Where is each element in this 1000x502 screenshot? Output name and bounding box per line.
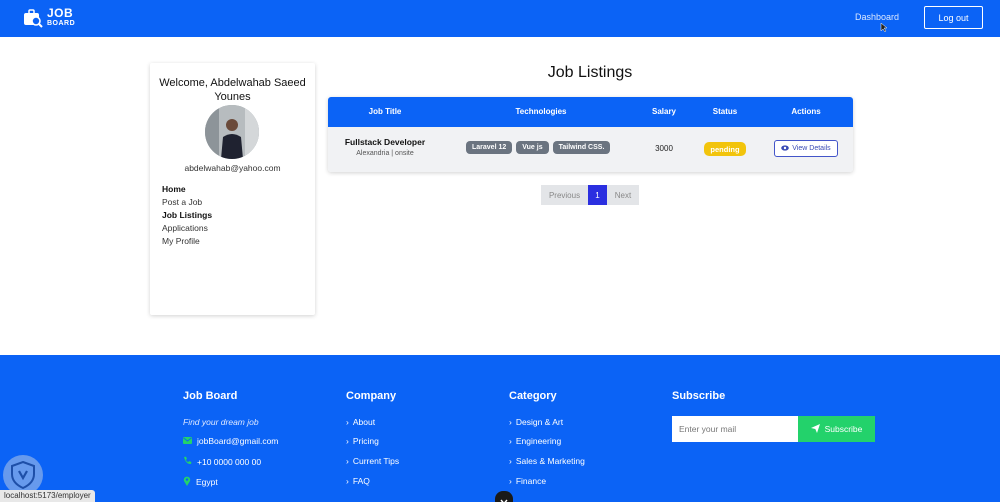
- footer-link-label: Current Tips: [352, 456, 400, 466]
- avatar: [205, 105, 259, 159]
- footer-link-finance[interactable]: › Finance: [509, 476, 546, 486]
- footer-link-label: About: [352, 417, 376, 427]
- envelope-icon: [183, 436, 192, 446]
- footer-link-label: Engineering: [515, 436, 562, 446]
- footer-link-label: Design & Art: [515, 417, 564, 427]
- logout-button[interactable]: Log out: [924, 6, 983, 29]
- column-header-job-title: Job Title: [368, 107, 402, 116]
- user-email: abdelwahab@yahoo.com: [184, 163, 281, 173]
- subscribe-button[interactable]: Subscribe: [798, 416, 875, 442]
- job-listings-table: Job Title Technologies Salary Status Act…: [328, 97, 853, 172]
- table-row: Fullstack Developer Alexandria | onsite …: [328, 127, 853, 172]
- pagination: Previous 1 Next: [541, 185, 639, 205]
- pagination-previous[interactable]: Previous: [541, 185, 588, 205]
- footer-link-sales-marketing[interactable]: › Sales & Marketing: [509, 456, 585, 466]
- subscribe-email-input[interactable]: Enter your mail: [672, 416, 798, 442]
- technology-chip: Laravel 12: [466, 141, 513, 154]
- top-navbar: JOB BOARD Dashboard Log out: [0, 0, 1000, 37]
- footer-brand-heading: Job Board: [183, 390, 238, 402]
- profile-sidebar: Welcome, Abdelwahab Saeed Younes abdelwa…: [150, 63, 315, 315]
- footer-link-label: Sales & Marketing: [515, 456, 585, 466]
- footer-location-text: Egypt: [196, 477, 218, 487]
- job-title: Fullstack Developer: [344, 137, 426, 147]
- footer-link-label: Finance: [515, 476, 547, 486]
- column-header-technologies: Technologies: [515, 107, 567, 116]
- chevron-right-icon: ›: [346, 476, 349, 486]
- view-details-button[interactable]: View Details: [774, 140, 838, 157]
- job-salary: 3000: [655, 144, 673, 153]
- footer-phone-text: +10 0000 000 00: [197, 456, 262, 467]
- table-header: Job Title Technologies Salary Status Act…: [328, 97, 853, 127]
- footer-link-label: FAQ: [352, 476, 370, 486]
- footer-link-design-art[interactable]: › Design & Art: [509, 417, 563, 427]
- technology-chips: Laravel 12 Vue js Tailwind CSS.: [466, 141, 611, 154]
- phone-icon: [183, 456, 192, 467]
- technology-chip: Tailwind CSS.: [552, 141, 611, 154]
- status-badge: pending: [704, 142, 746, 156]
- chevron-right-icon: ›: [509, 476, 512, 486]
- job-location: Alexandria | onsite: [356, 150, 414, 157]
- mouse-cursor-icon: [880, 20, 888, 33]
- nav-dashboard-link[interactable]: Dashboard: [855, 12, 899, 22]
- footer-link-about[interactable]: › About: [346, 417, 375, 427]
- footer-link-current-tips[interactable]: › Current Tips: [346, 456, 399, 466]
- logo-text-line1: JOB: [47, 5, 74, 20]
- footer-phone: +10 0000 000 00: [183, 456, 261, 467]
- pagination-page-current[interactable]: 1: [588, 185, 607, 205]
- footer-tagline: Find your dream job: [183, 417, 259, 427]
- eye-icon: [781, 144, 790, 153]
- chevron-right-icon: ›: [346, 417, 349, 427]
- footer-email-text: jobBoard@gmail.com: [197, 436, 279, 446]
- welcome-heading: Welcome, Abdelwahab Saeed Younes: [159, 77, 306, 103]
- sidebar-item-post-job[interactable]: Post a Job: [162, 196, 212, 209]
- chevron-right-icon: ›: [509, 456, 512, 466]
- chevron-right-icon: ›: [509, 436, 512, 446]
- chevron-right-icon: ›: [509, 417, 512, 427]
- footer-location: Egypt: [183, 476, 218, 488]
- chevron-right-icon: ›: [346, 436, 349, 446]
- footer-company-heading: Company: [346, 390, 397, 402]
- status-bar-url: localhost:5173/employer: [0, 490, 95, 502]
- chevron-down-icon: [500, 492, 508, 502]
- footer-link-label: Pricing: [352, 436, 379, 446]
- paper-plane-icon: [810, 423, 820, 435]
- page-title: Job Listings: [547, 64, 633, 81]
- pagination-next[interactable]: Next: [607, 185, 639, 205]
- sidebar-item-applications[interactable]: Applications: [162, 222, 212, 235]
- sidebar-item-job-listings[interactable]: Job Listings: [162, 209, 212, 222]
- sidebar-item-my-profile[interactable]: My Profile: [162, 235, 212, 248]
- site-logo[interactable]: JOB BOARD: [22, 6, 75, 30]
- briefcase-search-icon: [22, 7, 44, 29]
- footer-subscribe-heading: Subscribe: [672, 390, 726, 402]
- column-header-status: Status: [712, 107, 738, 116]
- site-footer: Job Board Find your dream job jobBoard@g…: [0, 355, 1000, 502]
- view-details-label: View Details: [792, 145, 831, 152]
- column-header-actions: Actions: [791, 107, 821, 116]
- column-header-salary: Salary: [651, 107, 677, 116]
- logo-text-line2: BOARD: [47, 19, 76, 27]
- sidebar-menu: Home Post a Job Job Listings Application…: [162, 183, 212, 248]
- scroll-down-button[interactable]: [495, 491, 513, 502]
- footer-email: jobBoard@gmail.com: [183, 436, 278, 446]
- sidebar-item-home[interactable]: Home: [162, 183, 212, 196]
- footer-link-pricing[interactable]: › Pricing: [346, 436, 379, 446]
- footer-category-heading: Category: [509, 390, 557, 402]
- subscribe-button-label: Subscribe: [824, 424, 863, 434]
- footer-link-faq[interactable]: › FAQ: [346, 476, 370, 486]
- technology-chip: Vue js: [516, 141, 549, 154]
- location-pin-icon: [183, 476, 191, 488]
- shield-icon[interactable]: [3, 455, 43, 495]
- footer-link-engineering[interactable]: › Engineering: [509, 436, 561, 446]
- chevron-right-icon: ›: [346, 456, 349, 466]
